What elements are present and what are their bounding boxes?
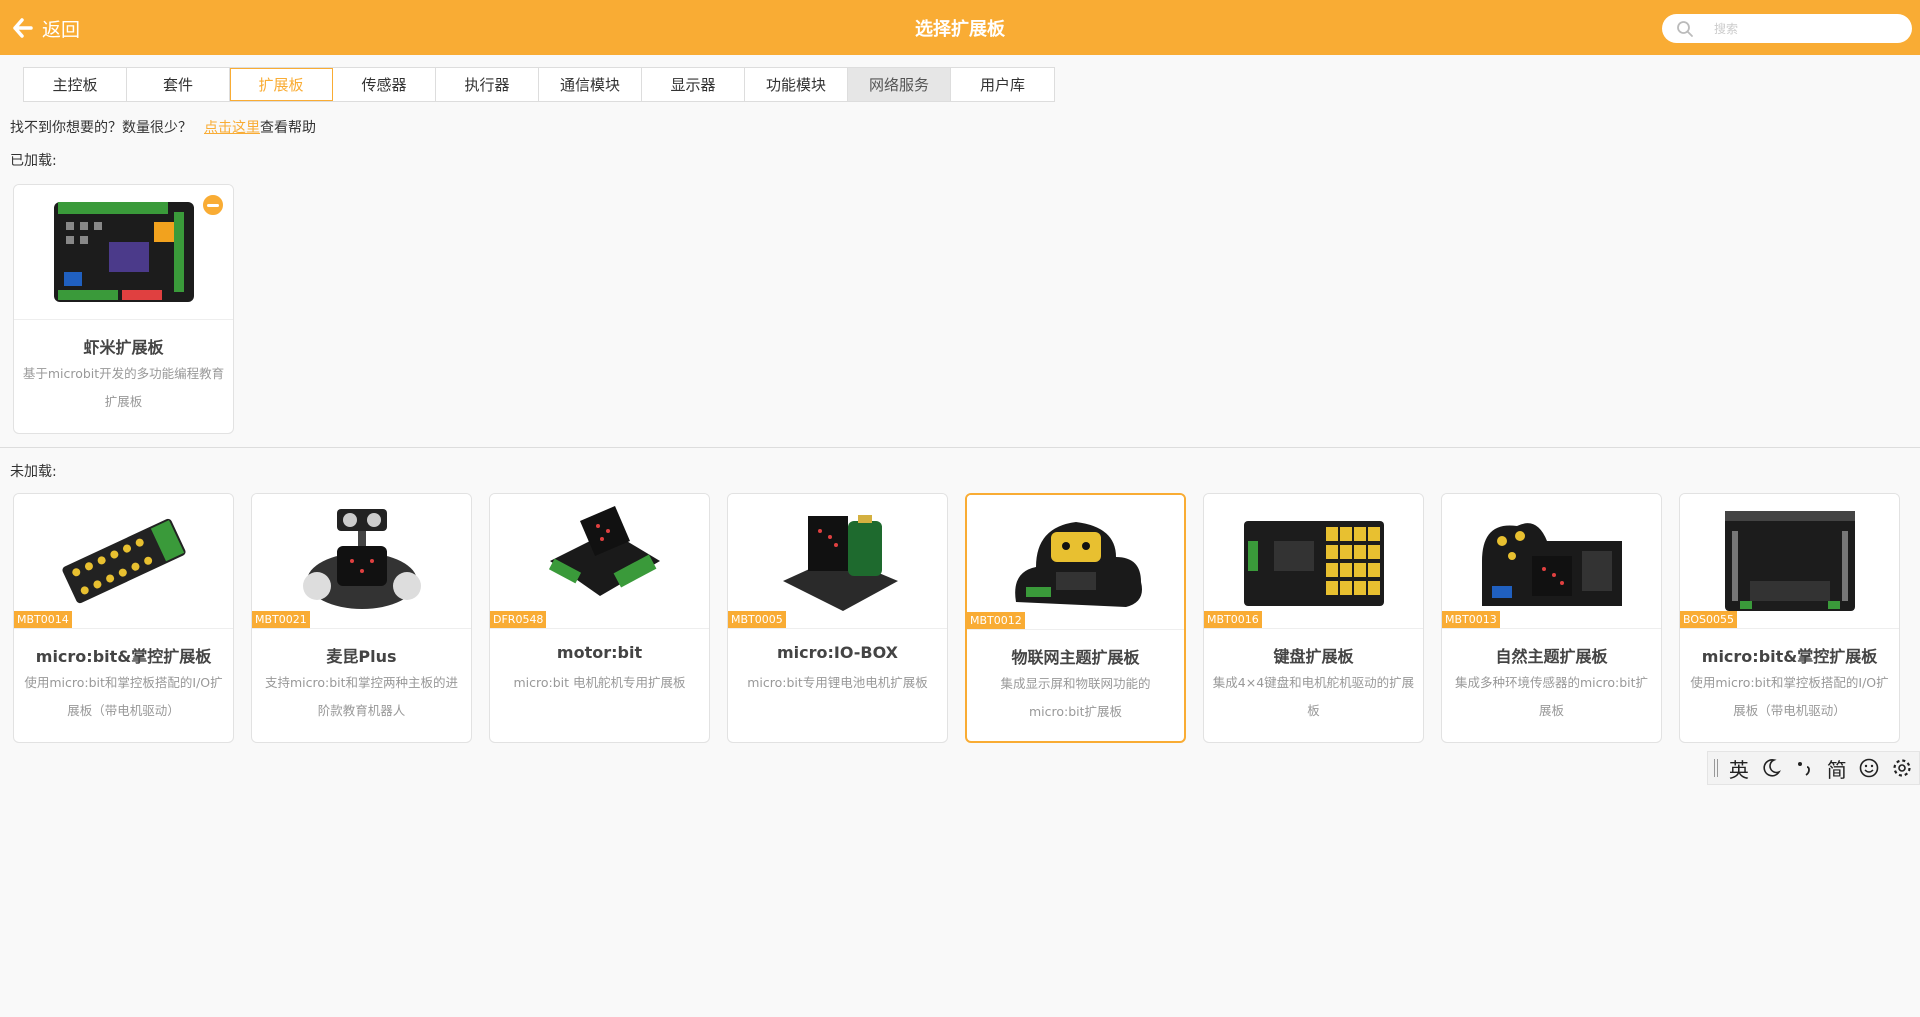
card-description: 使用micro:bit和掌控板搭配的I/O扩展板（带电机驱动） xyxy=(24,675,223,718)
card-title: 物联网主题扩展板 xyxy=(1011,648,1140,667)
tab-actuator[interactable]: 执行器 xyxy=(436,68,539,101)
search-input[interactable] xyxy=(1714,21,1894,36)
card-description: 基于microbit开发的多功能编程教育扩展板 xyxy=(22,366,225,409)
sku-badge: MBT0021 xyxy=(252,611,310,628)
section-divider xyxy=(0,447,1920,448)
ime-script-toggle[interactable]: 简 xyxy=(1827,754,1847,783)
board-illustration xyxy=(61,518,186,604)
board-card[interactable]: DFR0548 motor:bit micro:bit 电机舵机专用扩展板 xyxy=(489,493,710,743)
category-tabs: 主控板 套件 扩展板 传感器 执行器 通信模块 显示器 功能模块 网络服务 用户… xyxy=(23,67,1055,102)
help-line: 找不到你想要的？数量很少？ 点击这里查看帮助 xyxy=(10,117,316,137)
sku-badge: MBT0014 xyxy=(14,611,72,628)
ime-toolbar: 英 简 xyxy=(1707,751,1920,785)
board-card[interactable]: BOS0055 micro:bit&掌控扩展板 使用micro:bit和掌控板搭… xyxy=(1679,493,1900,743)
board-image: DFR0548 xyxy=(490,494,709,629)
minus-icon xyxy=(207,203,219,207)
card-title: micro:bit&掌控扩展板 xyxy=(1701,647,1878,666)
board-card[interactable]: MBT0021 麦昆Plus 支持micro:bit和掌控两种主板的进阶款教育机… xyxy=(251,493,472,743)
card-description: micro:bit 电机舵机专用扩展板 xyxy=(513,675,686,690)
sku-badge: MBT0012 xyxy=(967,612,1025,629)
search-box[interactable] xyxy=(1662,14,1912,43)
punctuation-icon[interactable] xyxy=(1793,757,1815,779)
back-button[interactable]: 返回 xyxy=(12,14,80,42)
board-illustration xyxy=(1724,511,1855,611)
search-icon xyxy=(1677,20,1693,37)
board-image: MBT0012 xyxy=(967,495,1184,630)
loaded-section-label: 已加载: xyxy=(10,153,57,169)
board-image xyxy=(14,185,233,320)
tab-function[interactable]: 功能模块 xyxy=(745,68,848,101)
board-card[interactable]: MBT0005 micro:IO-BOX micro:bit专用锂电池电机扩展板 xyxy=(727,493,948,743)
board-image: MBT0014 xyxy=(14,494,233,629)
board-illustration xyxy=(782,515,898,611)
card-description: micro:bit专用锂电池电机扩展板 xyxy=(747,675,928,690)
board-card[interactable]: MBT0014 micro:bit&掌控扩展板 使用micro:bit和掌控板搭… xyxy=(13,493,234,743)
board-card[interactable]: MBT0013 自然主题扩展板 集成多种环境传感器的micro:bit扩展板 xyxy=(1441,493,1662,743)
sku-badge: MBT0016 xyxy=(1204,611,1262,628)
sku-badge: BOS0055 xyxy=(1680,611,1737,628)
ime-drag-handle[interactable] xyxy=(1713,759,1718,777)
back-arrow-icon xyxy=(13,18,33,38)
card-title: micro:bit&掌控扩展板 xyxy=(35,647,212,666)
tab-network-service[interactable]: 网络服务 xyxy=(848,68,951,101)
emoji-icon[interactable] xyxy=(1858,757,1880,779)
card-description: 集成4×4键盘和电机舵机驱动的扩展板 xyxy=(1212,675,1415,718)
sku-badge: MBT0005 xyxy=(728,611,786,628)
robot-illustration xyxy=(302,509,421,609)
board-image: MBT0013 xyxy=(1442,494,1661,629)
top-bar: 返回 选择扩展板 xyxy=(0,0,1920,55)
card-description: 集成多种环境传感器的micro:bit扩展板 xyxy=(1454,675,1649,718)
help-link[interactable]: 点击这里 xyxy=(204,120,260,136)
card-description: 支持micro:bit和掌控两种主板的进阶款教育机器人 xyxy=(264,675,459,718)
board-illustration xyxy=(548,506,660,596)
ime-language-toggle[interactable]: 英 xyxy=(1729,754,1749,783)
tab-communication[interactable]: 通信模块 xyxy=(539,68,642,101)
remove-board-button[interactable] xyxy=(201,193,225,217)
loaded-card-xiami[interactable]: 虾米扩展板 基于microbit开发的多功能编程教育扩展板 xyxy=(13,184,234,434)
board-illustration xyxy=(53,202,194,302)
board-card[interactable]: MBT0016 键盘扩展板 集成4×4键盘和电机舵机驱动的扩展板 xyxy=(1203,493,1424,743)
board-image: MBT0021 xyxy=(252,494,471,629)
board-illustration xyxy=(1014,522,1142,607)
unloaded-section-label: 未加载: xyxy=(10,464,57,480)
sku-badge: DFR0548 xyxy=(490,611,547,628)
tab-expansion-board[interactable]: 扩展板 xyxy=(230,68,333,101)
board-image: BOS0055 xyxy=(1680,494,1899,629)
card-title: motor:bit xyxy=(556,643,643,662)
help-suffix: 查看帮助 xyxy=(260,120,316,136)
tab-sensor[interactable]: 传感器 xyxy=(333,68,436,101)
tab-user-library[interactable]: 用户库 xyxy=(951,68,1054,101)
tab-kit[interactable]: 套件 xyxy=(127,68,230,101)
board-image: MBT0005 xyxy=(728,494,947,629)
tab-display[interactable]: 显示器 xyxy=(642,68,745,101)
page-title: 选择扩展板 xyxy=(915,19,1005,40)
tab-main-board[interactable]: 主控板 xyxy=(24,68,127,101)
card-title: micro:IO-BOX xyxy=(777,643,898,662)
help-text: 找不到你想要的？数量很少？ xyxy=(10,120,192,136)
board-card-selected[interactable]: MBT0012 物联网主题扩展板 集成显示屏和物联网功能的micro:bit扩展… xyxy=(965,493,1186,743)
card-description: 集成显示屏和物联网功能的micro:bit扩展板 xyxy=(1000,676,1151,719)
sku-badge: MBT0013 xyxy=(1442,611,1500,628)
board-image: MBT0016 xyxy=(1204,494,1423,629)
back-label: 返回 xyxy=(42,18,81,41)
board-illustration xyxy=(1243,521,1384,606)
card-description: 使用micro:bit和掌控板搭配的I/O扩展板（带电机驱动） xyxy=(1690,675,1889,718)
card-title: 虾米扩展板 xyxy=(83,338,164,357)
moon-icon[interactable] xyxy=(1760,757,1782,779)
card-title: 键盘扩展板 xyxy=(1273,647,1354,666)
gear-icon[interactable] xyxy=(1891,757,1913,779)
card-title: 自然主题扩展板 xyxy=(1495,647,1608,666)
card-title: 麦昆Plus xyxy=(326,647,397,666)
board-illustration xyxy=(1481,523,1622,606)
